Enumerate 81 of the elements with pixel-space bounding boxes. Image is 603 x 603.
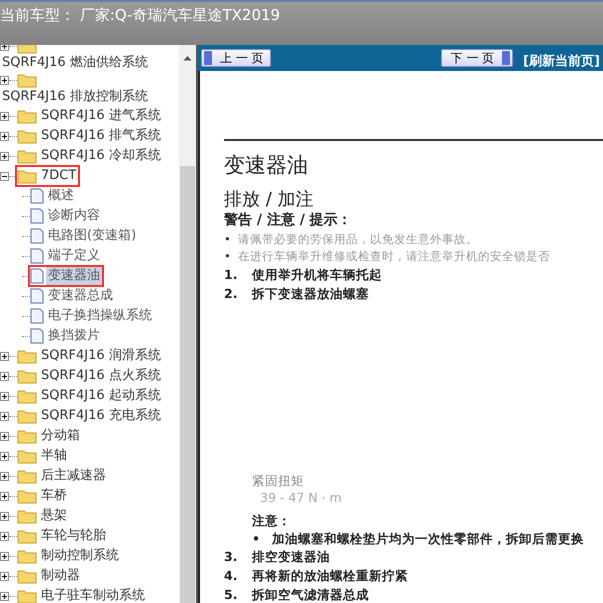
tree-item[interactable]: 换挡拨片 (46, 327, 102, 345)
tree-item[interactable]: SQRF4J16 点火系统 (39, 367, 163, 385)
tree-item[interactable]: 电子驻车制动系统 (39, 587, 147, 603)
warning-text: 请佩带必要的劳保用品，以免发生意外事故。 (238, 231, 478, 248)
tree-item[interactable]: 7DCT (39, 167, 78, 185)
tree-item[interactable]: 电路图(变速箱) (46, 227, 138, 245)
folder-icon (17, 388, 37, 404)
tree-item[interactable]: 半轴 (39, 447, 69, 465)
step-number: 4. (224, 567, 238, 585)
folder-icon (17, 468, 37, 484)
document-icon (30, 208, 44, 224)
tree-item[interactable]: SQRF4J16 进气系统 (39, 107, 163, 125)
folder-icon (17, 448, 37, 464)
folder-icon (17, 408, 37, 424)
tree-item[interactable]: 概述 (46, 187, 76, 205)
step-text: 拆卸空气滤清器总成 (252, 586, 369, 603)
folder-icon (17, 568, 37, 584)
folder-icon (17, 588, 37, 603)
step-text: 排空变速器油 (252, 548, 330, 566)
scrollbar-thumb[interactable] (180, 166, 195, 603)
refresh-page-link[interactable]: [刷新当前页] (523, 52, 600, 70)
bullet: • (252, 530, 261, 547)
tree-item[interactable]: 分动箱 (39, 427, 82, 445)
folder-icon (17, 488, 37, 504)
tree-item[interactable]: 电子换挡操纵系统 (46, 307, 154, 325)
step-text: 再将新的放油螺栓重新拧紧 (252, 567, 408, 585)
tree-item[interactable]: SQRF4J16 充电系统 (39, 407, 163, 425)
next-page-button[interactable]: 下 一 页 (441, 49, 514, 67)
tree-item[interactable]: 端子定义 (46, 247, 102, 265)
scroll-up-icon (183, 55, 192, 61)
bullet: • (224, 248, 232, 265)
warning-heading: 警告 / 注意 / 提示： (224, 211, 352, 229)
step-number: 5. (224, 586, 238, 603)
torque-label: 紧固扭矩 (252, 473, 304, 490)
document-icon (30, 228, 44, 244)
document-icon (30, 188, 44, 204)
folder-icon (17, 548, 37, 564)
tree-item[interactable]: 悬架 (39, 507, 69, 525)
folder-icon (17, 128, 37, 144)
tree-item[interactable]: SQRF4J16 排气系统 (39, 127, 163, 145)
tree-item[interactable]: SQRF4J16 燃油供给系统 (0, 54, 179, 72)
torque-value: 39 - 47 N · m (260, 490, 342, 505)
tree-item[interactable]: 制动器 (39, 567, 82, 585)
tree-item[interactable]: SQRF4J16 排放控制系统 (0, 88, 179, 106)
section-title: 变速器油 (224, 152, 308, 179)
procedure-title: 排放 / 加注 (224, 188, 314, 211)
previous-page-button[interactable]: 上 一 页 (201, 49, 271, 67)
tree-item[interactable]: SQRF4J16 冷却系统 (39, 147, 163, 165)
folder-icon (17, 108, 37, 124)
tree-item[interactable]: 制动控制系统 (39, 547, 121, 565)
folder-icon (17, 72, 37, 88)
document-icon (30, 268, 44, 284)
folder-icon (17, 348, 37, 364)
folder-icon (17, 368, 37, 384)
step-text: 拆下变速器放油螺塞 (252, 285, 369, 303)
folder-icon (17, 428, 37, 444)
note-heading: 注意： (252, 513, 291, 530)
document-icon (30, 308, 44, 324)
tree-item[interactable]: 变速器总成 (46, 287, 115, 305)
bullet: • (224, 231, 232, 248)
vehicle-model-title: 当前车型： 厂家:Q-奇瑞汽车星途TX2019 (0, 5, 280, 25)
document-icon (30, 328, 44, 344)
step-number: 1. (224, 266, 238, 284)
step-number: 3. (224, 548, 238, 566)
tree-item[interactable]: 车轮与轮胎 (39, 527, 108, 545)
tree-item[interactable]: SQRF4J16 起动系统 (39, 387, 163, 405)
folder-icon (17, 508, 37, 524)
tree-item[interactable]: 诊断内容 (46, 207, 102, 225)
tree-item[interactable]: SQRF4J16 润滑系统 (39, 347, 163, 365)
note-text: 加油螺塞和螺栓垫片均为一次性零部件，拆卸后需更换 (272, 530, 584, 547)
folder-icon (17, 168, 37, 184)
document-icon (30, 248, 44, 264)
folder-icon (17, 528, 37, 544)
step-number: 2. (224, 285, 238, 303)
tree-item[interactable]: 变速器油 (46, 267, 102, 285)
warning-text: 在进行车辆举升维修或检查时，请注意举升机的安全锁是否 (238, 248, 550, 265)
tree-item[interactable]: 车桥 (39, 487, 69, 505)
step-text: 使用举升机将车辆托起 (252, 266, 382, 284)
tree-item[interactable]: 后主减速器 (39, 467, 108, 485)
folder-icon (17, 148, 37, 164)
document-icon (30, 288, 44, 304)
